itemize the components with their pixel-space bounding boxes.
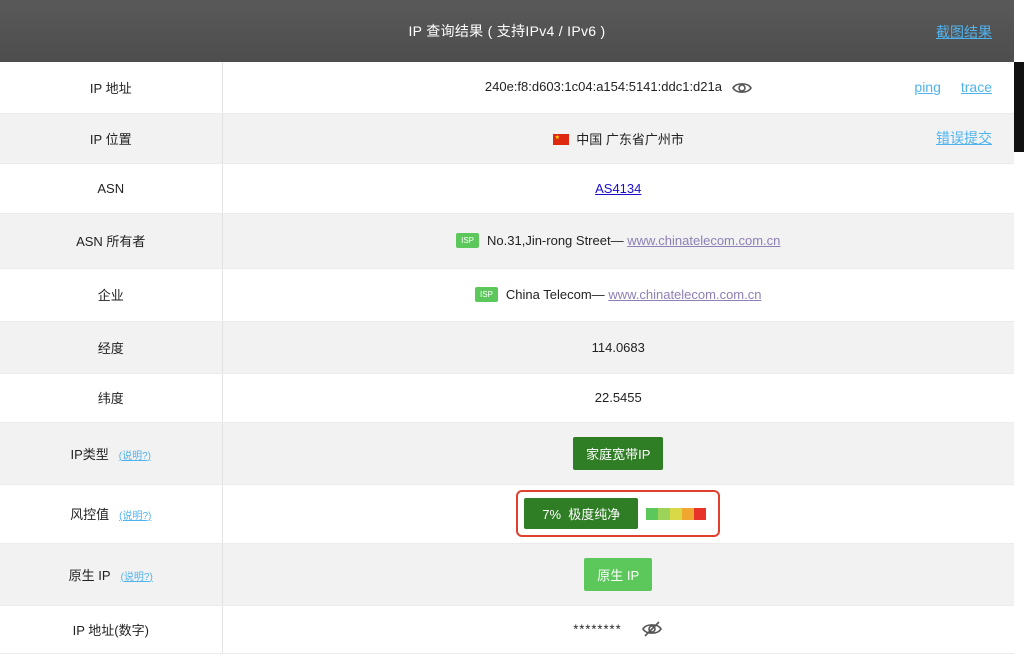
row-ip-type: IP类型 (说明?) 家庭宽带IP xyxy=(0,422,1014,485)
masked-numeric-value: ******** xyxy=(573,621,622,637)
ip-result-table: IP 地址 240e:f8:d603:1c04:a154:5141:ddc1:d… xyxy=(0,62,1014,654)
row-label: 风控值 xyxy=(70,507,110,522)
ip-location-value: 中国 广东省广州市 xyxy=(576,131,684,147)
row-label: 企业 xyxy=(0,268,223,322)
explain-link[interactable]: (说明?) xyxy=(119,511,151,522)
isp-badge: ISP xyxy=(475,287,498,302)
trace-link[interactable]: trace xyxy=(961,79,992,95)
row-enterprise: 企业 ISP China Telecom— www.chinatelecom.co… xyxy=(0,268,1014,322)
row-label: 纬度 xyxy=(0,373,223,423)
row-label: IP 地址(数字) xyxy=(0,605,223,654)
eye-off-icon[interactable] xyxy=(641,620,663,638)
ip-address-value: 240e:f8:d603:1c04:a154:5141:ddc1:d21a xyxy=(484,79,722,95)
row-native-ip: 原生 IP (说明?) 原生 IP xyxy=(0,543,1014,606)
row-label: IP 位置 xyxy=(0,113,223,164)
risk-score-badge: 7% 极度纯净 xyxy=(524,498,639,529)
risk-scale-segment xyxy=(682,507,695,520)
row-longitude: 经度 114.0683 xyxy=(0,321,1014,374)
asn-owner-text: No.31,Jin-rong Street— xyxy=(487,233,624,248)
header-title: IP 查询结果 ( 支持IPv4 / IPv6 ) xyxy=(408,23,606,39)
screenshot-result-link[interactable]: 截图结果 xyxy=(936,22,992,42)
risk-scale-segment xyxy=(694,507,707,520)
result-header: IP 查询结果 ( 支持IPv4 / IPv6 ) 截图结果 xyxy=(0,0,1014,62)
row-latitude: 纬度 22.5455 xyxy=(0,373,1014,423)
row-label: ASN xyxy=(0,163,223,214)
row-asn-owner: ASN 所有者 ISP No.31,Jin-rong Street— www.ch… xyxy=(0,213,1014,269)
row-ip-numeric: IP 地址(数字) ******** xyxy=(0,605,1014,654)
eye-icon[interactable] xyxy=(731,81,752,95)
isp-badge: ISP xyxy=(456,233,480,248)
scrollbar-thumb[interactable] xyxy=(1014,62,1024,152)
owner-website-link[interactable]: www.chinatelecom.com.cn xyxy=(627,233,780,248)
longitude-value: 114.0683 xyxy=(222,321,1014,374)
risk-scale-segment xyxy=(658,507,671,520)
latitude-value: 22.5455 xyxy=(222,373,1014,423)
risk-scale-segment xyxy=(670,507,683,520)
enterprise-website-link[interactable]: www.chinatelecom.com.cn xyxy=(608,287,761,302)
explain-link[interactable]: (说明?) xyxy=(121,572,153,583)
row-ip-location: IP 位置 中国 广东省广州市 错误提交 xyxy=(0,113,1014,164)
ip-type-badge: 家庭宽带IP xyxy=(573,436,664,470)
asn-link[interactable]: AS4134 xyxy=(595,181,641,196)
row-risk-score: 风控值 (说明?) 7% 极度纯净 xyxy=(0,484,1014,544)
enterprise-text: China Telecom— xyxy=(505,287,605,302)
risk-scale-bar xyxy=(646,507,707,520)
row-asn: ASN AS4134 xyxy=(0,163,1014,214)
explain-link[interactable]: (说明?) xyxy=(119,451,151,462)
risk-scale-segment xyxy=(646,507,659,520)
china-flag-icon xyxy=(552,133,569,145)
row-label: IP 地址 xyxy=(0,62,223,114)
report-error-link[interactable]: 错误提交 xyxy=(936,128,992,148)
ping-link[interactable]: ping xyxy=(914,79,940,95)
row-label: 经度 xyxy=(0,321,223,374)
row-label: ASN 所有者 xyxy=(0,213,223,269)
risk-highlight-box: 7% 极度纯净 xyxy=(516,490,721,537)
row-ip-address: IP 地址 240e:f8:d603:1c04:a154:5141:ddc1:d… xyxy=(0,62,1014,114)
row-label: IP类型 xyxy=(70,446,109,462)
native-ip-badge: 原生 IP xyxy=(584,557,653,591)
scrollbar-track[interactable] xyxy=(1014,0,1024,62)
row-label: 原生 IP xyxy=(68,567,111,583)
